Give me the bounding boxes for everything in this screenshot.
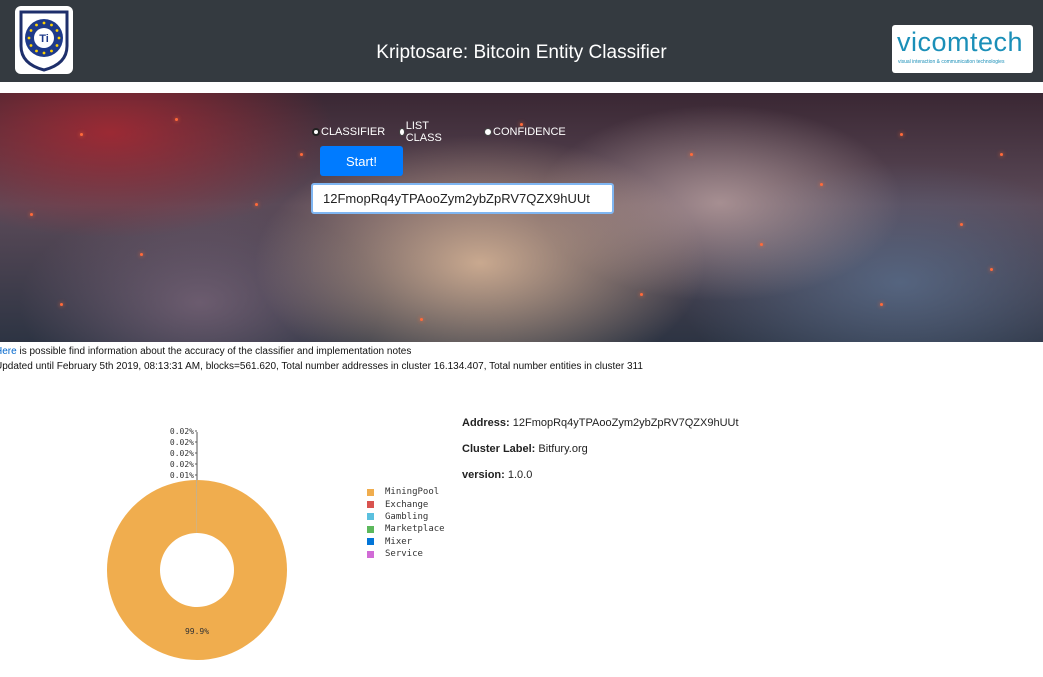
legend-swatch-miningpool — [367, 488, 374, 496]
legend-item-mixer[interactable]: Mixer — [367, 536, 445, 548]
app-header: Ti Kriptosare: Bitcoin Entity Classifier… — [0, 0, 1043, 82]
donut-label-gambling: 0.02% — [170, 438, 194, 447]
radio-classifier[interactable]: CLASSIFIER — [312, 125, 385, 139]
legend-label-miningpool: MiningPool — [385, 487, 440, 498]
legend-item-gambling[interactable]: Gambling — [367, 511, 445, 523]
legend-swatch-exchange — [367, 501, 374, 509]
donut-label-mixer: 0.02% — [170, 460, 194, 469]
donut-label-marketplace: 0.02% — [170, 449, 194, 458]
donut-label-miningpool: 99.9% — [185, 627, 209, 636]
legend-label-mixer: Mixer — [385, 536, 413, 547]
result-details: Address: 12FmopRq4yTPAooZym2ybZpRV7QZX9h… — [462, 417, 739, 495]
legend-item-exchange[interactable]: Exchange — [367, 498, 445, 510]
legend-item-miningpool[interactable]: MiningPool — [367, 486, 445, 498]
legend-item-service[interactable]: Service — [367, 548, 445, 560]
cluster-label-value: Bitfury.org — [538, 443, 588, 455]
legend-label-marketplace: Marketplace — [385, 524, 445, 535]
address-input[interactable]: 12FmopRq4yTPAooZym2ybZpRV7QZX9hUUt — [311, 183, 614, 214]
address-row: Address: 12FmopRq4yTPAooZym2ybZpRV7QZX9h… — [462, 417, 739, 443]
cluster-donut-chart: 99.9% 0.02% 0.02% 0.02% 0.02% 0.01% — [106, 427, 287, 660]
radio-confidence-label: CONFIDENCE — [493, 126, 566, 138]
cluster-label-row: Cluster Label: Bitfury.org — [462, 443, 739, 469]
radio-list-class-dot[interactable] — [399, 128, 405, 136]
info-line-1-text: is possible find information about the a… — [16, 346, 412, 357]
here-link[interactable]: Here — [0, 346, 17, 357]
legend-swatch-marketplace — [367, 525, 374, 533]
address-value: 12FmopRq4yTPAooZym2ybZpRV7QZX9hUUt — [512, 417, 739, 429]
chart-legend: MiningPool Exchange Gambling Marketplace Mix… — [367, 486, 445, 560]
radio-list-class-label: LIST CLASS — [405, 120, 442, 144]
vicomtech-tagline: visual interaction & communication techn… — [898, 59, 1005, 65]
header-spacer — [0, 82, 1043, 93]
legend-label-service: Service — [385, 549, 423, 560]
vicomtech-logo: vicomtech visual interaction & communica… — [892, 25, 1033, 73]
legend-label-exchange: Exchange — [385, 499, 429, 510]
cluster-label-label: Cluster Label: — [462, 443, 536, 455]
vicomtech-brand-text: vicomtech — [897, 27, 1024, 57]
info-text: Here is possible find information about … — [0, 344, 643, 374]
start-button[interactable]: Start! — [320, 146, 403, 176]
legend-item-marketplace[interactable]: Marketplace — [367, 523, 445, 535]
radio-list-class[interactable]: LIST CLASS — [399, 120, 444, 144]
version-value: 1.0.0 — [507, 469, 533, 481]
legend-label-gambling: Gambling — [385, 511, 429, 522]
version-label: version: — [462, 469, 505, 481]
info-line-2: Updated until February 5th 2019, 08:13:3… — [0, 361, 643, 372]
donut-label-service: 0.01% — [170, 471, 194, 480]
radio-confidence[interactable]: CONFIDENCE — [484, 125, 566, 139]
page-title: Kriptosare: Bitcoin Entity Classifier — [376, 42, 667, 63]
legend-swatch-mixer — [367, 538, 374, 546]
info-line-1: Here is possible find information about … — [0, 344, 643, 359]
version-row: version: 1.0.0 — [462, 469, 739, 495]
radio-classifier-label: CLASSIFIER — [321, 126, 386, 138]
radio-confidence-dot[interactable] — [484, 128, 492, 136]
radio-classifier-dot[interactable] — [312, 128, 320, 136]
address-label: Address: — [462, 417, 510, 429]
donut-label-exchange: 0.02% — [170, 427, 194, 436]
legend-swatch-service — [367, 550, 374, 558]
legend-swatch-gambling — [367, 513, 374, 521]
